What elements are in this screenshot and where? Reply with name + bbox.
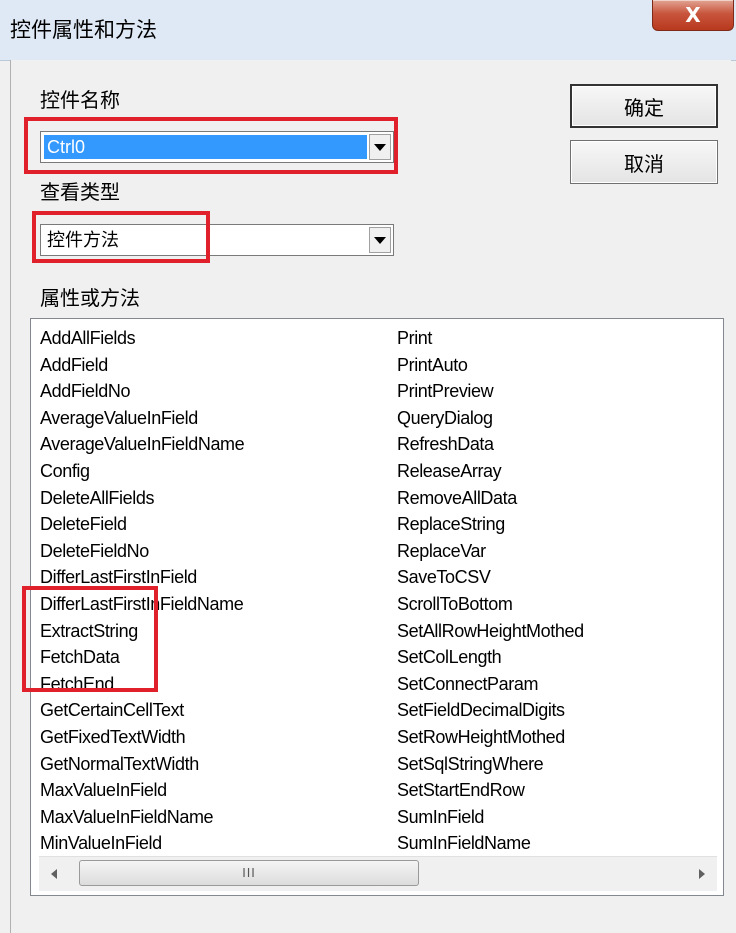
list-item[interactable]: GetNormalTextWidth (40, 751, 244, 778)
list-item[interactable]: AddField (40, 352, 244, 379)
list-item[interactable]: SetRowHeightMothed (397, 724, 584, 751)
control-name-dropdown-button[interactable] (369, 134, 391, 160)
methods-column-1: AddAllFields AddField AddFieldNo AverageVal… (40, 325, 245, 883)
list-item[interactable]: QueryDialog (397, 405, 584, 432)
list-item[interactable]: Config (40, 458, 244, 485)
grip-icon: III (242, 866, 256, 880)
list-item[interactable]: MinValueInField (40, 830, 244, 857)
list-item[interactable]: FetchEnd (40, 671, 244, 698)
list-item[interactable]: AverageValueInFieldName (40, 431, 245, 458)
view-type-combo[interactable]: 控件方法 (40, 224, 394, 256)
list-item[interactable]: Print (397, 325, 584, 352)
list-item[interactable]: PrintPreview (397, 378, 584, 405)
list-item[interactable]: GetCertainCellText (40, 697, 244, 724)
list-item[interactable]: SetFieldDecimalDigits (397, 697, 584, 724)
list-item[interactable]: ExtractString (40, 618, 244, 645)
list-item[interactable]: ScrollToBottom (397, 591, 584, 618)
close-button[interactable]: X (652, 0, 734, 31)
chevron-down-icon (374, 143, 386, 151)
list-item[interactable]: AddFieldNo (40, 378, 244, 405)
control-name-combo[interactable]: Ctrl0 (40, 131, 394, 163)
scroll-right-button[interactable] (687, 857, 717, 891)
arrow-right-icon (699, 869, 705, 879)
list-item[interactable]: SetStartEndRow (397, 777, 584, 804)
list-item[interactable]: AddAllFields (40, 325, 244, 352)
list-item[interactable]: SetAllRowHeightMothed (397, 618, 584, 645)
list-item[interactable]: DeleteField (40, 511, 244, 538)
list-item[interactable]: SetSqlStringWhere (397, 751, 584, 778)
list-item[interactable]: SetColLength (397, 644, 584, 671)
list-item[interactable]: SumInField (397, 804, 584, 831)
list-item[interactable]: MaxValueInField (40, 777, 244, 804)
cancel-button[interactable]: 取消 (570, 140, 718, 184)
view-type-dropdown-button[interactable] (369, 227, 391, 253)
chevron-down-icon (374, 236, 386, 244)
control-name-value: Ctrl0 (44, 135, 367, 159)
arrow-left-icon (51, 869, 57, 879)
control-name-label: 控件名称 (40, 88, 120, 112)
list-item[interactable]: ReplaceVar (397, 538, 584, 565)
list-item[interactable]: ReleaseArray (397, 458, 584, 485)
list-item[interactable]: SetConnectParam (397, 671, 584, 698)
methods-column-2: Print PrintAuto PrintPreview QueryDialog Ref… (397, 325, 584, 857)
list-item[interactable]: GetFixedTextWidth (40, 724, 244, 751)
list-item[interactable]: DeleteAllFields (40, 485, 244, 512)
window-title: 控件属性和方法 (10, 18, 157, 42)
scroll-left-button[interactable] (39, 857, 69, 891)
horizontal-scrollbar[interactable]: III (39, 856, 717, 891)
list-item[interactable]: DifferLastFirstInFieldName (40, 591, 244, 618)
list-label: 属性或方法 (40, 286, 140, 310)
close-icon: X (685, 3, 701, 27)
list-item[interactable]: PrintAuto (397, 352, 584, 379)
list-item[interactable]: DifferLastFirstInField (40, 564, 244, 591)
list-item[interactable]: AverageValueInField (40, 405, 244, 432)
list-item[interactable]: RefreshData (397, 431, 584, 458)
list-item[interactable]: SumInFieldName (397, 830, 584, 857)
list-item[interactable]: MaxValueInFieldName (40, 804, 244, 831)
ok-button[interactable]: 确定 (570, 84, 718, 128)
view-type-label: 查看类型 (40, 180, 120, 204)
scrollbar-thumb[interactable]: III (79, 860, 419, 886)
list-item[interactable]: FetchData (40, 644, 244, 671)
view-type-value: 控件方法 (47, 230, 119, 250)
list-item[interactable]: DeleteFieldNo (40, 538, 244, 565)
list-item[interactable]: RemoveAllData (397, 485, 584, 512)
title-bar: 控件属性和方法 X (0, 0, 736, 61)
list-item[interactable]: ReplaceString (397, 511, 584, 538)
list-item[interactable]: SaveToCSV (397, 564, 584, 591)
methods-listbox[interactable]: AddAllFields AddField AddFieldNo AverageVal… (30, 318, 724, 896)
